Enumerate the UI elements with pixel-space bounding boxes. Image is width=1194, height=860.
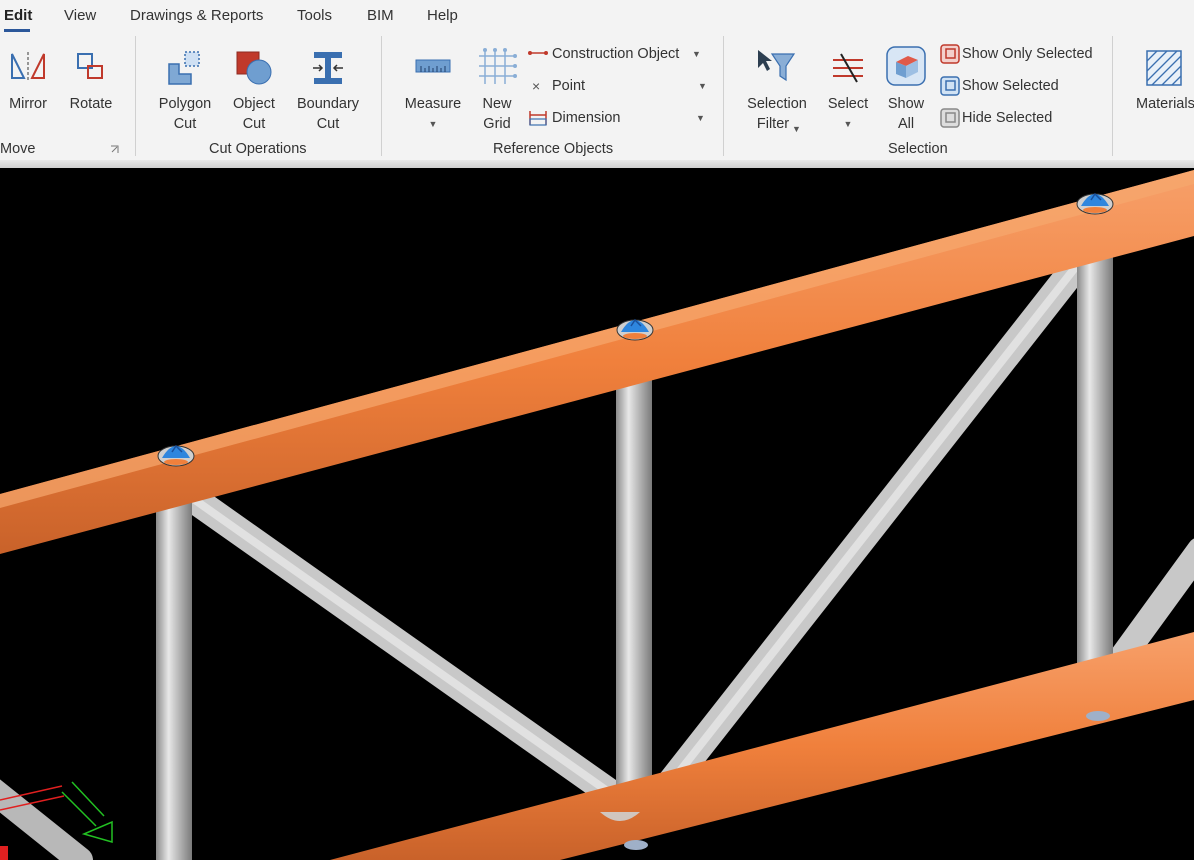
dimension-label: Dimension bbox=[552, 110, 621, 126]
node-marker[interactable] bbox=[616, 318, 654, 341]
grid-icon bbox=[479, 48, 517, 84]
object-cut-button[interactable]: Object Cut bbox=[224, 44, 284, 134]
select-button[interactable]: Select ▼ bbox=[822, 44, 874, 134]
active-tab-indicator bbox=[4, 29, 30, 32]
selection-filter-icon bbox=[758, 50, 796, 82]
point-button[interactable]: × Point bbox=[528, 75, 708, 97]
group-separator bbox=[135, 36, 136, 156]
construction-object-label: Construction Object bbox=[552, 46, 680, 62]
rotate-label: Rotate bbox=[69, 96, 113, 112]
measure-label: Measure bbox=[404, 96, 462, 112]
construction-object-button[interactable]: Construction Object bbox=[528, 43, 708, 65]
mirror-icon bbox=[11, 52, 45, 80]
select-label: Select bbox=[827, 96, 869, 112]
measure-button[interactable]: Measure ▼ bbox=[400, 44, 466, 134]
show-all-label-1: Show bbox=[887, 96, 925, 112]
hide-selected-icon bbox=[940, 108, 960, 128]
hide-selected-label: Hide Selected bbox=[962, 110, 1053, 126]
mirror-label: Mirror bbox=[9, 96, 47, 112]
polygon-cut-icon bbox=[168, 51, 200, 85]
vertical-member[interactable] bbox=[616, 360, 652, 810]
select-icon bbox=[833, 53, 863, 83]
group-label-reference-objects: Reference Objects bbox=[493, 141, 614, 157]
ribbon-divider bbox=[0, 160, 1194, 168]
show-selected-icon bbox=[940, 76, 960, 96]
materials-icon bbox=[1146, 50, 1182, 86]
new-grid-button[interactable]: New Grid bbox=[472, 44, 522, 134]
new-grid-label-2: Grid bbox=[483, 116, 511, 132]
polygon-cut-button[interactable]: Polygon Cut bbox=[152, 44, 218, 134]
dialog-launcher-icon[interactable] bbox=[110, 145, 119, 154]
show-only-selected-label: Show Only Selected bbox=[962, 46, 1093, 62]
show-all-icon bbox=[886, 46, 926, 86]
dimension-button[interactable]: Dimension bbox=[528, 107, 708, 129]
materials-label: Materials bbox=[1136, 96, 1194, 112]
construction-line-icon bbox=[528, 51, 548, 55]
boundary-cut-label-2: Cut bbox=[316, 116, 340, 132]
new-grid-label-1: New bbox=[482, 96, 512, 112]
construction-object-dropdown-icon[interactable]: ▼ bbox=[692, 49, 701, 59]
dimension-icon bbox=[529, 111, 547, 126]
tab-drawings-reports[interactable]: Drawings & Reports bbox=[130, 7, 263, 24]
show-all-label-2: All bbox=[897, 116, 915, 132]
show-only-selected-icon bbox=[940, 44, 960, 64]
boundary-cut-button[interactable]: Boundary Cut bbox=[292, 44, 364, 134]
node-marker[interactable] bbox=[157, 444, 195, 467]
tab-edit[interactable]: Edit bbox=[4, 7, 32, 24]
tab-tools[interactable]: Tools bbox=[297, 7, 332, 24]
point-label: Point bbox=[552, 78, 586, 94]
tab-view[interactable]: View bbox=[64, 7, 96, 24]
group-separator bbox=[1112, 36, 1113, 156]
boundary-cut-label-1: Boundary bbox=[296, 96, 360, 112]
diagonal-member[interactable] bbox=[0, 779, 93, 860]
hide-selected-button[interactable]: Hide Selected bbox=[940, 107, 1100, 129]
group-label-cut-operations: Cut Operations bbox=[209, 141, 307, 157]
boundary-cut-icon bbox=[313, 52, 343, 84]
node-marker[interactable] bbox=[1076, 192, 1114, 215]
truss-model[interactable] bbox=[0, 168, 1194, 860]
show-all-button[interactable]: Show All bbox=[882, 44, 930, 134]
tab-bim[interactable]: BIM bbox=[367, 7, 394, 24]
group-separator bbox=[381, 36, 382, 156]
rotate-icon bbox=[77, 53, 103, 79]
ruler-icon bbox=[415, 59, 451, 73]
polygon-cut-label-2: Cut bbox=[173, 116, 197, 132]
selection-filter-label-1: Selection bbox=[747, 96, 807, 112]
dimension-dropdown-icon[interactable]: ▼ bbox=[696, 113, 705, 123]
object-cut-label-2: Cut bbox=[242, 116, 266, 132]
rotate-button[interactable]: Rotate bbox=[62, 44, 120, 134]
selection-filter-dropdown-icon[interactable]: ▼ bbox=[792, 119, 801, 139]
mirror-button[interactable]: Mirror bbox=[0, 44, 56, 134]
tab-help[interactable]: Help bbox=[427, 7, 458, 24]
3d-viewport[interactable] bbox=[0, 168, 1194, 860]
object-cut-icon bbox=[236, 51, 272, 85]
show-selected-button[interactable]: Show Selected bbox=[940, 75, 1100, 97]
point-dropdown-icon[interactable]: ▼ bbox=[698, 81, 707, 91]
polygon-cut-label-1: Polygon bbox=[158, 96, 212, 112]
object-cut-label-1: Object bbox=[233, 96, 275, 112]
materials-button[interactable]: Materials bbox=[1130, 44, 1194, 134]
group-separator bbox=[723, 36, 724, 156]
point-icon: × bbox=[532, 78, 541, 94]
select-dropdown-icon[interactable]: ▼ bbox=[822, 114, 874, 134]
show-selected-label: Show Selected bbox=[962, 78, 1059, 94]
group-label-move: Move bbox=[0, 141, 36, 157]
measure-dropdown-icon[interactable]: ▼ bbox=[400, 114, 466, 134]
vertical-member[interactable] bbox=[1077, 240, 1113, 680]
vertical-member[interactable] bbox=[156, 490, 192, 860]
menu-bar: Edit View Drawings & Reports Tools BIM H… bbox=[0, 0, 1194, 34]
show-only-selected-button[interactable]: Show Only Selected bbox=[940, 43, 1100, 65]
selection-filter-button[interactable]: Selection Filter ▼ bbox=[742, 44, 812, 134]
group-label-selection: Selection bbox=[888, 141, 948, 157]
